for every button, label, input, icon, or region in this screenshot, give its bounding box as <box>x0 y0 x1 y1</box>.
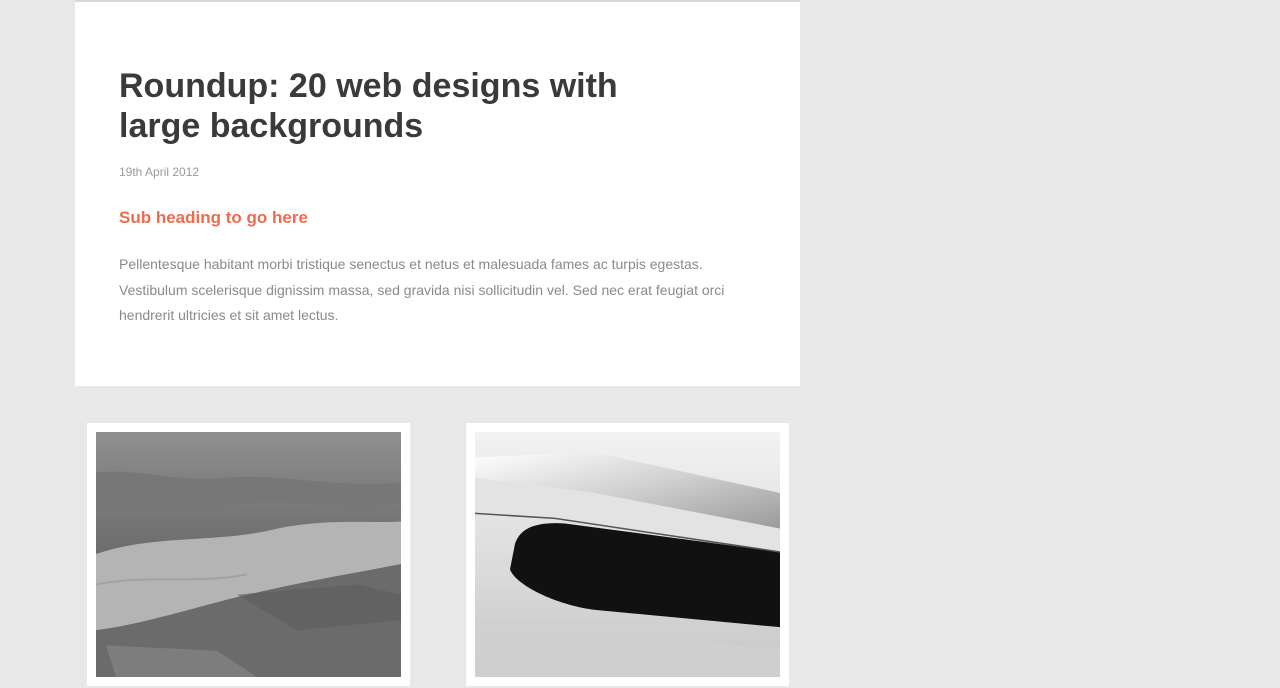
gallery-thumbnail-wing[interactable] <box>466 423 789 686</box>
article-body: Pellentesque habitant morbi tristique se… <box>119 256 725 323</box>
airplane-wing-photo <box>475 432 780 677</box>
page: Roundup: 20 web designs with large backg… <box>0 0 1280 688</box>
article-subheading: Sub heading to go here <box>119 208 308 227</box>
article-title[interactable]: Roundup: 20 web designs with large backg… <box>119 66 679 146</box>
article-date: 19th April 2012 <box>119 165 200 179</box>
article-card: Roundup: 20 web designs with large backg… <box>75 2 800 386</box>
gallery-thumbnail-river[interactable] <box>87 423 410 686</box>
aerial-river-photo <box>96 432 401 677</box>
